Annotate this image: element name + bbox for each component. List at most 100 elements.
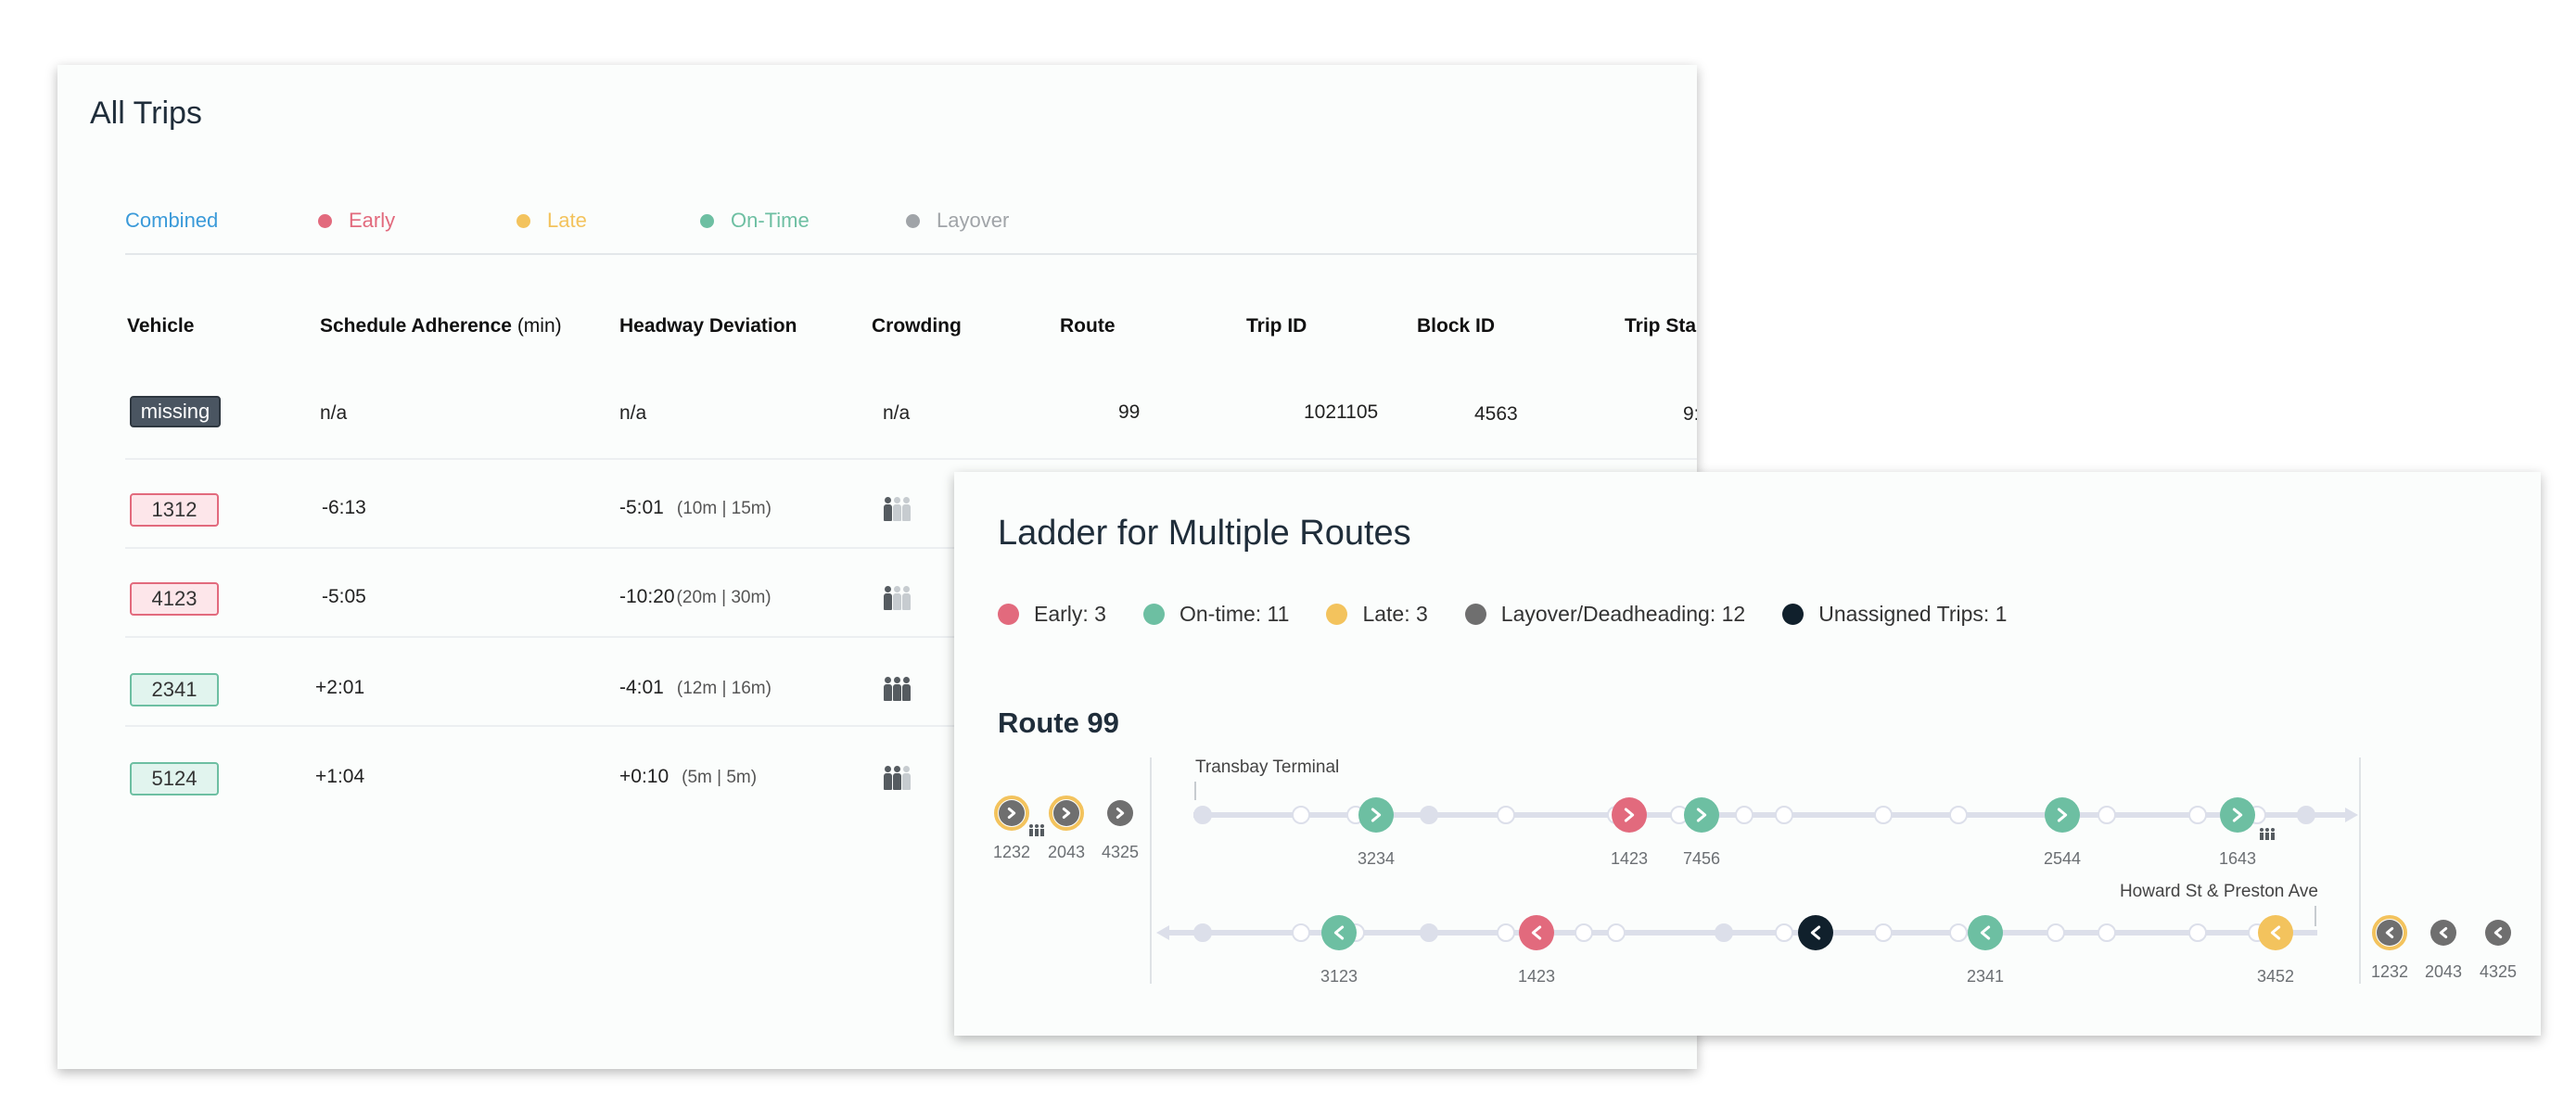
stop-marker (1874, 923, 1893, 942)
headway-deviation-value: +0:10 (619, 766, 670, 787)
vehicle-marker-bottom[interactable]: 3452 (2257, 915, 2294, 986)
person-icon (893, 766, 901, 790)
trip-id-value: 1021105 (1304, 401, 1379, 423)
vehicle-badge[interactable]: 2341 (130, 673, 219, 706)
inbound-arrow-icon (1156, 925, 1169, 940)
layover-vehicle-left[interactable]: 2043 (1048, 795, 1085, 861)
headway-detail: (20m | 30m) (676, 588, 772, 607)
stop-marker (2188, 923, 2207, 942)
filter-late[interactable]: Late (516, 209, 587, 233)
layover-vehicle-left[interactable]: 4325 (1102, 800, 1139, 861)
schedule-unit-label: (min) (516, 315, 562, 337)
headway-deviation-cell: -5:01 (10m | 15m) (619, 497, 772, 519)
column-header-schedule-adherence[interactable]: Schedule Adherence (min) (320, 315, 562, 337)
filter-ontime-label: On-Time (731, 209, 810, 232)
column-header-route[interactable]: Route (1060, 315, 1116, 337)
trip-start-value: 9:00AM (1683, 403, 1697, 425)
filter-ontime[interactable]: On-Time (700, 209, 810, 233)
vehicle-label: 2341 (1967, 967, 2004, 986)
layover-vehicle-right[interactable]: 4325 (2480, 920, 2517, 981)
headway-deviation-value: -4:01 (619, 677, 664, 698)
person-icon (902, 586, 911, 610)
early-dot-icon (318, 213, 332, 228)
vehicle-label: 1423 (1518, 967, 1555, 986)
vehicle-label: 1232 (993, 843, 1030, 861)
layover-vehicle-left[interactable]: 1232 (993, 795, 1030, 861)
vehicle-marker-bottom[interactable]: 1423 (1518, 915, 1555, 986)
schedule-adherence-label: Schedule Adherence (320, 315, 512, 337)
filter-combined[interactable]: Combined (125, 209, 218, 233)
person-icon (893, 677, 901, 701)
headway-deviation-value: n/a (619, 402, 647, 424)
vehicle-marker-bottom[interactable]: 3123 (1320, 915, 1358, 986)
vehicle-marker-top[interactable]: 1643 (2219, 797, 2256, 868)
crowding-indicator-icon (884, 497, 911, 521)
stop-marker (1575, 923, 1593, 942)
stop-marker (2098, 923, 2116, 942)
vehicle-label: 3234 (1358, 849, 1395, 868)
ontime-dot-icon (700, 213, 714, 228)
route-ladder-diagram: Transbay Terminal Howard St & Preston Av… (993, 757, 2517, 986)
filter-early-label: Early (349, 209, 396, 232)
column-header-crowding[interactable]: Crowding (872, 315, 962, 337)
stop-marker (1874, 806, 1893, 824)
unassigned-vehicle-marker[interactable] (1798, 915, 1833, 950)
headway-detail: (10m | 15m) (676, 499, 772, 518)
person-icon (902, 677, 911, 701)
column-header-block-id[interactable]: Block ID (1417, 315, 1495, 337)
stop-marker (1193, 923, 1212, 942)
vehicle-badge[interactable]: 1312 (130, 493, 219, 527)
vehicle-label: 3123 (1320, 967, 1358, 986)
schedule-adherence-value: +2:01 (315, 677, 365, 698)
vehicle-label: 3452 (2257, 967, 2294, 986)
stop-marker (1735, 806, 1753, 824)
stop-marker (2047, 923, 2065, 942)
table-row[interactable]: missing n/a n/a n/a 99 1021105 4563 9:00… (125, 371, 1697, 460)
vehicle-badge[interactable]: missing (130, 396, 221, 427)
terminal-bottom-label: Howard St & Preston Ave (2120, 882, 2318, 901)
person-icon (884, 766, 892, 790)
vehicle-label: 2043 (2425, 962, 2462, 981)
vehicle-marker-top[interactable]: 3234 (1358, 797, 1395, 868)
vehicle-label: 4325 (1102, 843, 1139, 861)
vehicle-badge[interactable]: 4123 (130, 582, 219, 616)
stop-marker (1497, 923, 1515, 942)
stop-marker (1715, 923, 1733, 942)
headway-detail: (12m | 16m) (676, 679, 772, 698)
vehicle-label: 4325 (2480, 962, 2517, 981)
column-header-trip-id[interactable]: Trip ID (1246, 315, 1307, 337)
vehicle-marker-top[interactable]: 1423 (1611, 797, 1648, 868)
person-icon (893, 497, 901, 521)
layover-vehicle-right[interactable]: 2043 (2425, 920, 2462, 981)
stop-marker (1292, 806, 1310, 824)
vehicle-marker-top[interactable]: 2544 (2044, 797, 2081, 868)
vehicle-badge[interactable]: 5124 (130, 762, 219, 795)
stop-marker (1292, 923, 1310, 942)
filter-layover[interactable]: Layover (906, 209, 1009, 233)
crowding-icon (2260, 828, 2275, 840)
vehicle-marker-bottom[interactable]: 2341 (1967, 915, 2004, 986)
crowding-indicator-icon (884, 766, 911, 790)
column-header-trip-start[interactable]: Trip Sta (1625, 315, 1696, 337)
status-filter-tabs: Combined Early Late On-Time Layover (125, 209, 1697, 255)
column-header-vehicle[interactable]: Vehicle (127, 315, 194, 337)
terminal-top-label: Transbay Terminal (1195, 757, 1339, 777)
page-title: All Trips (90, 95, 202, 131)
stop-marker (1193, 806, 1212, 824)
vehicle-label: 2544 (2044, 849, 2081, 868)
schedule-adherence-value: n/a (320, 402, 348, 424)
headway-deviation-value: -10:20 (619, 586, 675, 607)
headway-deviation-value: -5:01 (619, 497, 664, 518)
column-header-headway-deviation[interactable]: Headway Deviation (619, 315, 797, 337)
filter-combined-label: Combined (125, 209, 219, 232)
person-icon (884, 497, 892, 521)
filter-early[interactable]: Early (318, 209, 395, 233)
person-icon (902, 766, 911, 790)
person-icon (902, 497, 911, 521)
stop-marker (1607, 923, 1626, 942)
vehicle-marker-top[interactable]: 7456 (1683, 797, 1720, 868)
layover-vehicle-right[interactable]: 1232 (2371, 915, 2408, 981)
crowding-icon (1029, 824, 1044, 836)
route-value: 99 (1118, 401, 1141, 423)
ladder-panel: Ladder for Multiple Routes Early: 3 On-t… (954, 472, 2541, 1036)
